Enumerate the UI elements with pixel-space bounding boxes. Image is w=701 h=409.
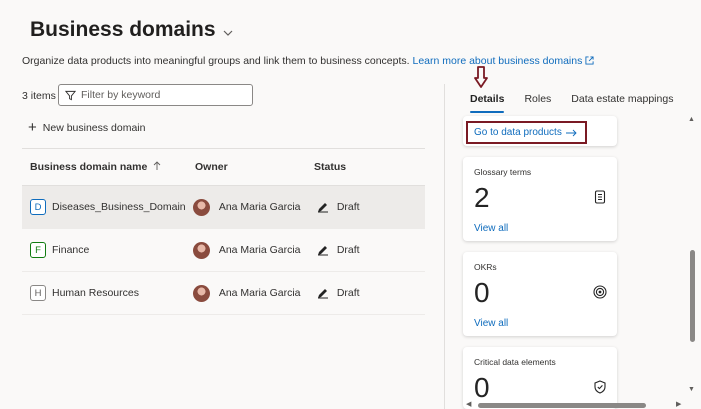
panel-vertical-scrollbar[interactable]: ▲ ▼ — [686, 116, 698, 400]
new-business-domain-label: New business domain — [42, 122, 146, 134]
card-value: 2 — [474, 182, 490, 213]
status-text: Draft — [336, 244, 360, 256]
go-to-data-products-link[interactable]: Go to data products — [466, 121, 587, 144]
filter-icon — [65, 90, 76, 100]
owner-name: Ana Maria Garcia — [218, 287, 301, 299]
arrow-right-icon — [565, 129, 577, 136]
scrollbar-thumb[interactable] — [690, 250, 695, 342]
draft-pencil-icon — [317, 203, 328, 213]
shield-icon — [594, 380, 606, 394]
domain-letter-badge: H — [30, 285, 46, 301]
tab-data-estate-mappings[interactable]: Data estate mappings — [571, 93, 673, 113]
card-title: Critical data elements — [474, 357, 556, 367]
column-header-status[interactable]: Status — [314, 161, 425, 173]
name-cell: H Human Resources — [22, 285, 191, 301]
domain-name[interactable]: Diseases_Business_Domain — [52, 201, 186, 213]
title-row[interactable]: Business domains — [30, 18, 234, 42]
tab-roles[interactable]: Roles — [524, 93, 551, 113]
status-text: Draft — [336, 287, 360, 299]
owner-cell: Ana Maria Garcia — [192, 241, 309, 259]
table-row[interactable]: F Finance Ana Maria Garcia Draft — [22, 229, 425, 272]
panel-divider — [444, 84, 445, 409]
annotation-arrow-down-icon — [474, 66, 488, 88]
owner-name: Ana Maria Garcia — [218, 244, 301, 256]
status-cell: Draft — [317, 244, 425, 256]
domain-letter-badge: D — [30, 199, 46, 215]
scroll-right-icon[interactable]: ▶ — [676, 400, 681, 408]
scroll-down-icon[interactable]: ▼ — [688, 386, 695, 393]
owner-name: Ana Maria Garcia — [218, 201, 301, 213]
owner-cell: Ana Maria Garcia — [192, 198, 309, 216]
page-description: Organize data products into meaningful g… — [22, 55, 594, 67]
chevron-down-icon[interactable] — [222, 27, 234, 39]
card-title: Glossary terms — [474, 167, 532, 177]
plus-icon: + — [28, 119, 37, 136]
domain-letter-badge: F — [30, 242, 46, 258]
scroll-left-icon[interactable]: ◀ — [466, 400, 471, 408]
document-icon — [594, 190, 606, 204]
scrollbar-thumb[interactable] — [478, 403, 646, 408]
glossary-terms-card: Glossary terms 2 View all — [463, 157, 617, 241]
domain-name[interactable]: Finance — [52, 244, 89, 256]
page-title: Business domains — [30, 18, 216, 41]
card-value: 0 — [474, 277, 490, 308]
description-text: Organize data products into meaningful g… — [22, 55, 413, 67]
draft-pencil-icon — [317, 246, 328, 256]
avatar — [192, 241, 210, 259]
scroll-up-icon[interactable]: ▲ — [688, 116, 695, 123]
status-text: Draft — [336, 201, 360, 213]
avatar — [192, 284, 210, 302]
name-cell: D Diseases_Business_Domain — [22, 199, 191, 215]
view-all-link[interactable]: View all — [474, 223, 508, 234]
panel-tabs: Details Roles Data estate mappings — [470, 93, 673, 113]
avatar — [192, 198, 210, 216]
business-domains-table: Business domain name Owner Status D Dise… — [22, 148, 425, 315]
name-cell: F Finance — [22, 242, 191, 258]
external-link-icon[interactable] — [585, 56, 594, 65]
items-count: 3 items — [22, 90, 56, 102]
filter-input[interactable] — [81, 89, 241, 101]
draft-pencil-icon — [317, 289, 328, 299]
panel-horizontal-scrollbar[interactable]: ◀ ▶ — [463, 400, 686, 409]
status-cell: Draft — [317, 201, 425, 213]
table-row[interactable]: H Human Resources Ana Maria Garcia Draft — [22, 272, 425, 315]
card-title: OKRs — [474, 262, 497, 272]
column-header-owner[interactable]: Owner — [195, 161, 314, 173]
filter-box[interactable] — [58, 84, 253, 106]
table-row[interactable]: D Diseases_Business_Domain Ana Maria Gar… — [22, 186, 425, 229]
target-icon — [593, 285, 607, 299]
tab-details[interactable]: Details — [470, 93, 505, 113]
owner-cell: Ana Maria Garcia — [192, 284, 309, 302]
sort-ascending-icon — [153, 161, 161, 170]
go-to-data-products-label: Go to data products — [474, 127, 562, 138]
domain-name[interactable]: Human Resources — [52, 287, 139, 299]
column-header-name[interactable]: Business domain name — [22, 161, 195, 173]
status-cell: Draft — [317, 287, 425, 299]
learn-more-link[interactable]: Learn more about business domains — [412, 55, 582, 67]
view-all-link[interactable]: View all — [474, 318, 508, 329]
new-business-domain-button[interactable]: + New business domain — [28, 119, 146, 136]
okrs-card: OKRs 0 View all — [463, 252, 617, 336]
table-header: Business domain name Owner Status — [22, 148, 425, 186]
